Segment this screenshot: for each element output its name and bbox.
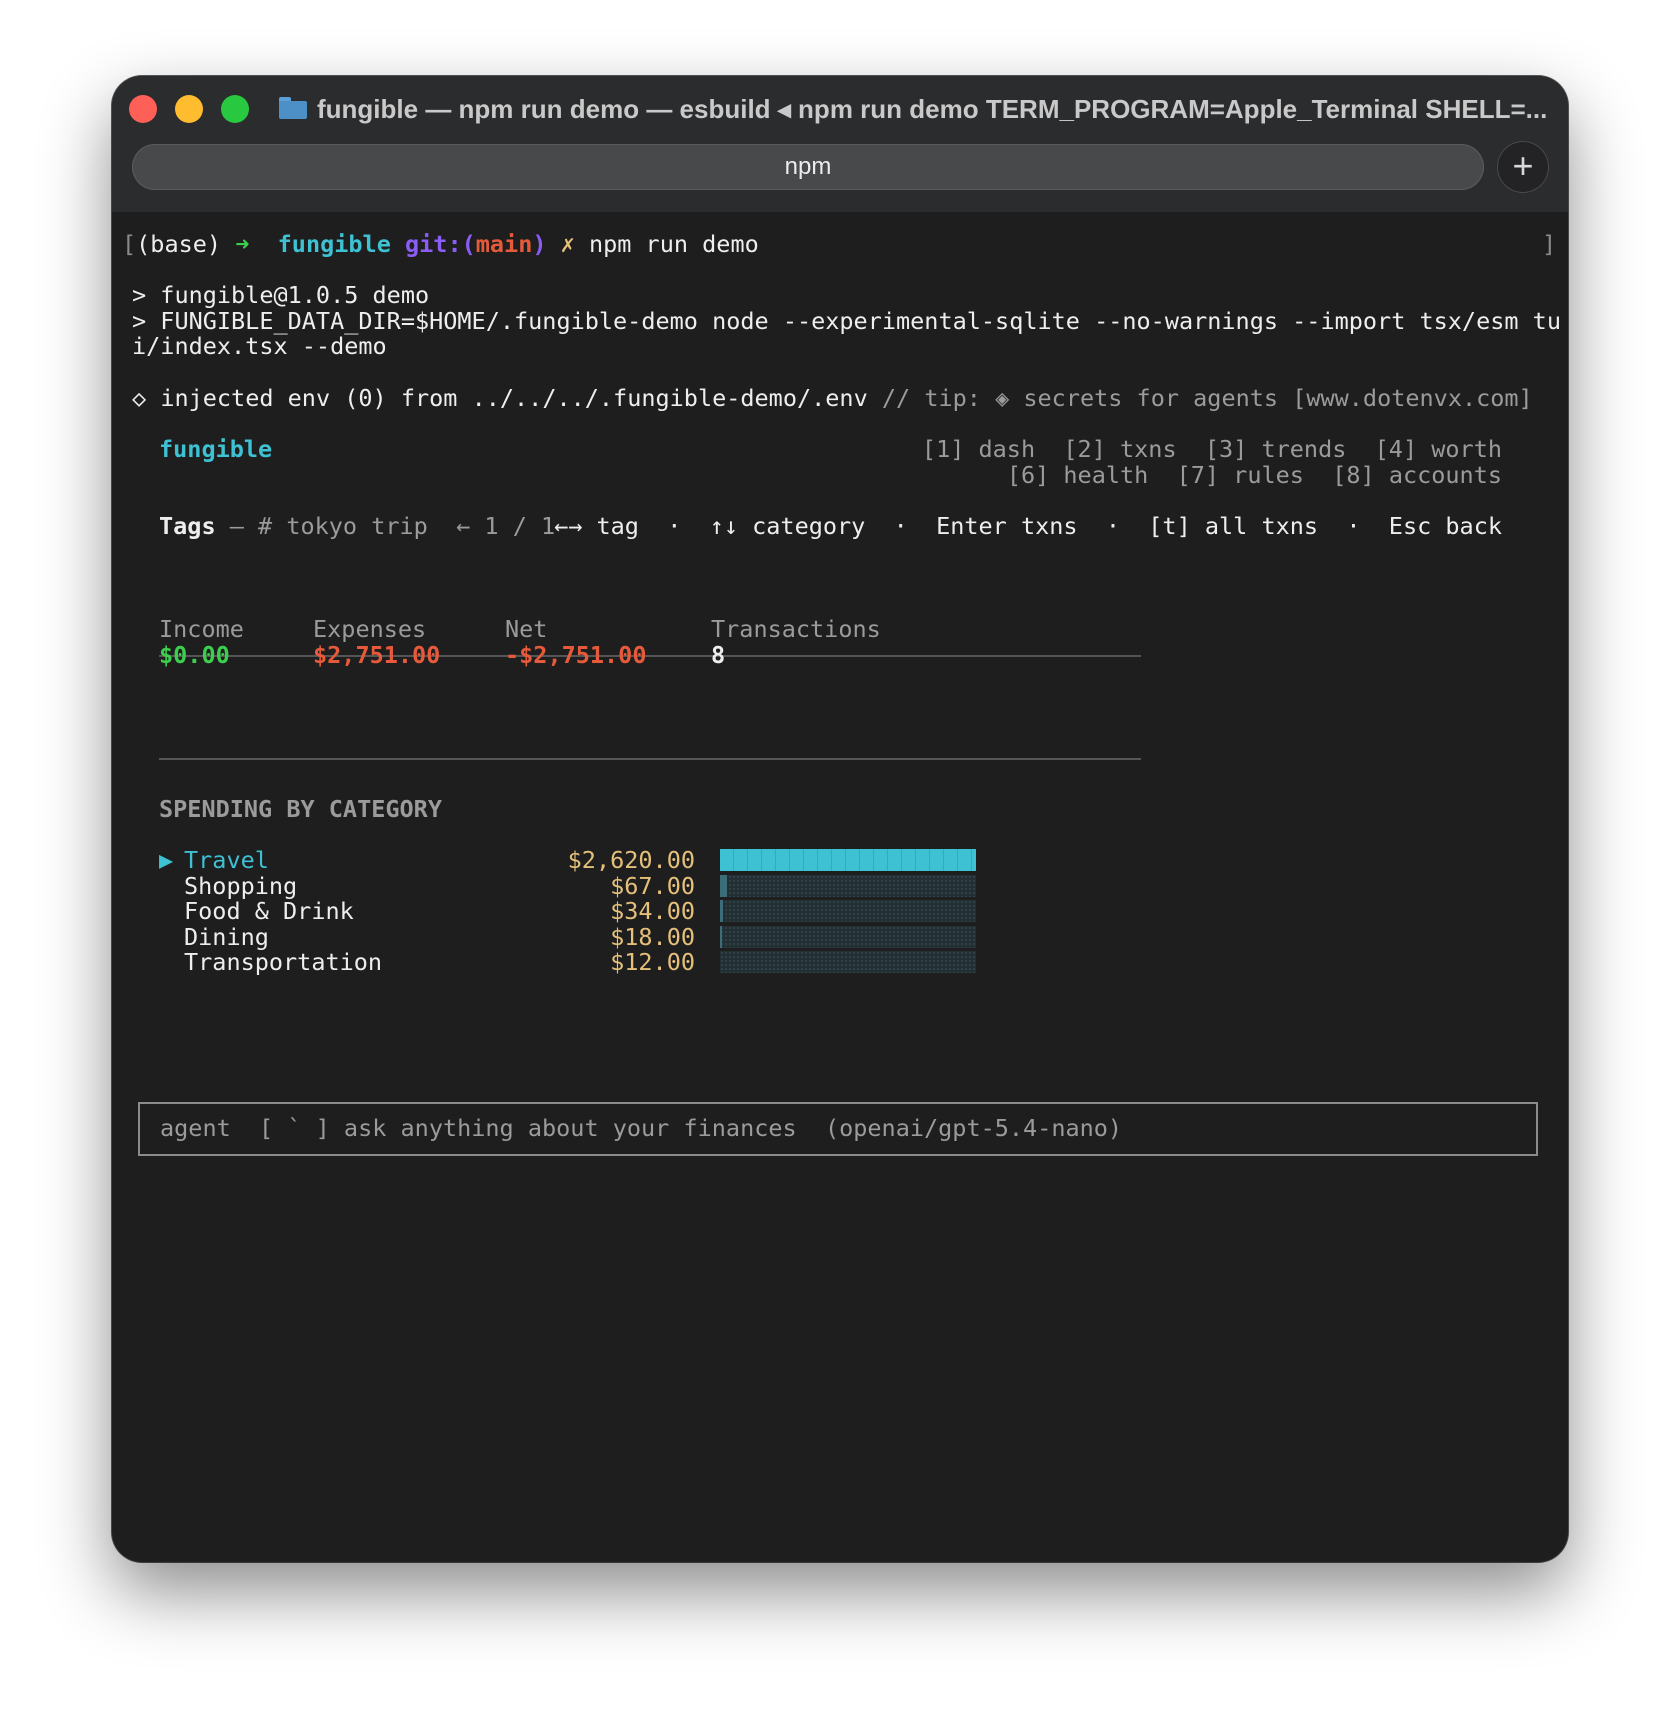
nav-menu-row2[interactable]: [6] health [7] rules [8] accounts [1007,461,1502,489]
dotenv-tip: // tip: ◈ secrets for agents [www.dotenv… [881,384,1533,412]
window-title: fungible — npm run demo — esbuild ◂ npm … [317,94,1547,124]
category-bar-fill [720,900,723,923]
prompt-command: npm run demo [588,230,759,258]
tab-npm[interactable]: npm [132,144,1484,190]
agent-input-box[interactable]: agent [ ` ] ask anything about your fina… [138,1102,1538,1156]
net-label: Net [505,615,548,643]
tab-label: npm [784,153,832,180]
npm-output-line1: > fungible@1.0.5 demo [132,281,430,309]
category-name: Travel [184,846,269,874]
prompt-dirty-icon: ✗ [560,230,575,258]
transactions-value: 8 [711,641,726,669]
expenses-label: Expenses [313,615,427,643]
category-amount: $18.00 [610,922,695,951]
tags-title: Tags [159,512,216,540]
npm-output-line3: i/index.tsx --demo [132,332,387,360]
close-window-button[interactable] [129,95,157,123]
terminal-window: fungible — npm run demo — esbuild ◂ npm … [112,76,1568,1562]
prompt-git-label: git:( [405,230,476,258]
tags-separator: — [215,512,259,540]
category-name: Transportation [184,948,383,977]
prompt-base: (base) [136,230,222,258]
selected-marker-icon: ▶ [159,846,174,874]
category-name: Dining [184,922,269,951]
prompt-branch: main [475,230,533,258]
income-value: $0.00 [159,641,230,669]
category-bar-track [720,900,976,923]
tag-name[interactable]: # tokyo trip [258,512,428,540]
category-bar-track [720,849,976,871]
dotenv-text: injected env (0) from ../../../.fungible… [160,384,868,412]
dotenv-line: ◇ injected env (0) from ../../../.fungib… [132,384,1533,412]
prompt-git-close: ) [532,230,547,258]
folder-icon [279,97,307,119]
category-bar-track [720,951,976,974]
tags-bar: Tags — # tokyo trip ← 1 / 1 [159,512,555,540]
divider-top [159,655,1141,657]
transactions-label: Transactions [711,615,881,643]
divider-bottom [159,758,1141,760]
prompt-arrow-icon: ➜ [235,230,250,258]
shell-prompt: [(base) ➜ fungible git:(main) ✗ npm run … [122,230,759,258]
diamond-icon: ◇ [132,384,147,412]
income-label: Income [159,615,244,643]
terminal-content[interactable]: [(base) ➜ fungible git:(main) ✗ npm run … [112,212,1568,1562]
minimize-window-button[interactable] [175,95,203,123]
category-bar-fill [720,925,722,948]
prompt-open-bracket: [ [122,230,137,258]
category-name: Shopping [184,871,298,900]
category-bar-fill [720,874,727,897]
category-amount: $2,620.00 [567,846,695,874]
tag-pager: ← 1 / 1 [456,512,556,540]
nav-menu-row1[interactable]: [1] dash [2] txns [3] trends [4] worth [922,435,1502,463]
npm-output-line2: > FUNGIBLE_DATA_DIR=$HOME/.fungible-demo… [132,307,1561,335]
tags-hints: ←→ tag · ↑↓ category · Enter txns · [t] … [554,512,1502,540]
zoom-window-button[interactable] [221,95,249,123]
category-bar-track [720,874,976,897]
expenses-value: $2,751.00 [313,641,441,669]
net-value: -$2,751.00 [505,641,647,669]
app-name: fungible [159,435,273,463]
category-bar-track [720,925,976,948]
category-name: Food & Drink [184,897,354,926]
spending-heading: SPENDING BY CATEGORY [159,795,442,823]
category-amount: $67.00 [610,871,695,900]
prompt-dir: fungible [277,230,391,258]
prompt-close-bracket: ] [1542,230,1557,258]
title-bar: fungible — npm run demo — esbuild ◂ npm … [112,76,1568,212]
new-tab-button[interactable]: + [1497,141,1549,193]
category-bar-fill [720,849,976,871]
category-amount: $12.00 [610,948,695,977]
category-amount: $34.00 [610,897,695,926]
agent-input-placeholder: agent [ ` ] ask anything about your fina… [160,1114,1123,1142]
